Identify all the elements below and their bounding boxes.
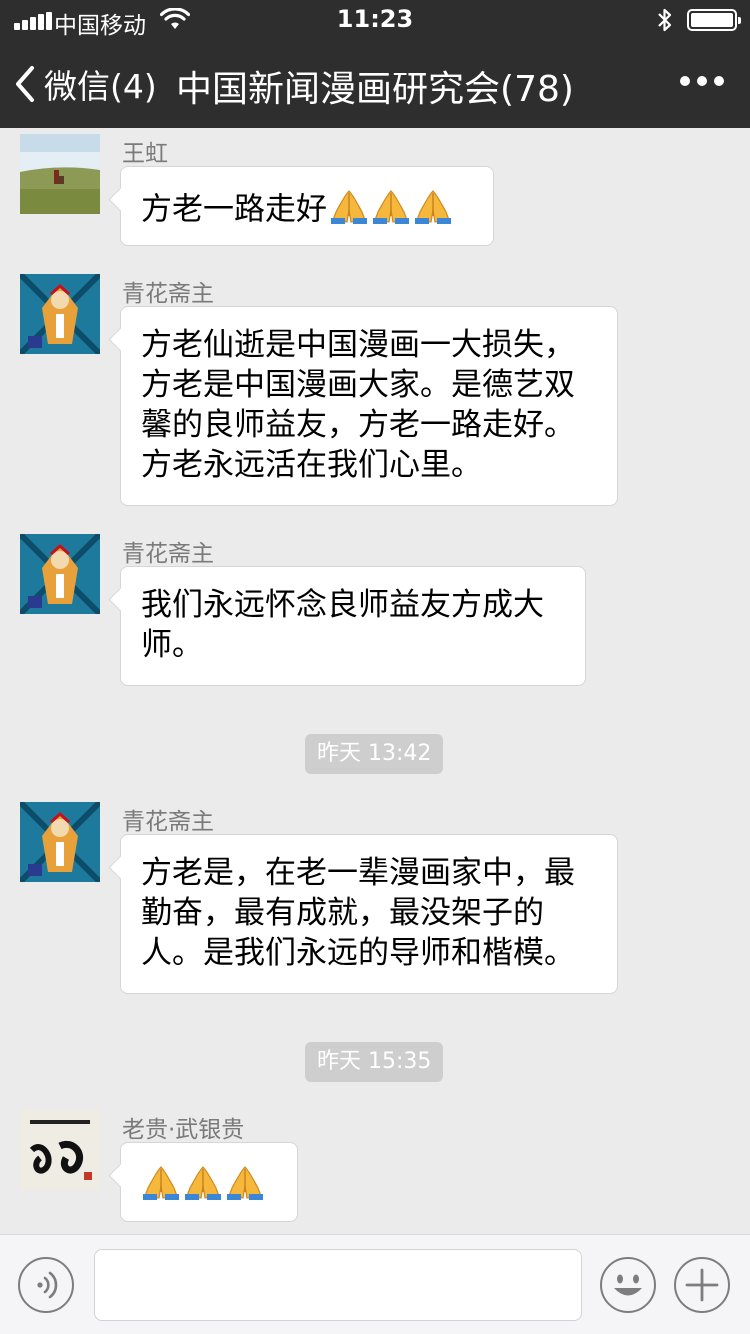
battery-icon <box>687 9 741 31</box>
monkey-king-avatar-image <box>20 274 100 354</box>
timestamp: 昨天 15:35 <box>305 1042 444 1082</box>
monkey-king-avatar-image <box>20 534 100 614</box>
monkey-king-avatar-image <box>20 802 100 882</box>
pray-hands-icon <box>141 1162 181 1212</box>
message-text: 方老是，在老一辈漫画家中，最勤奋，最有成就，最没架子的人。是我们永远的导师和楷模… <box>141 855 575 971</box>
voice-icon <box>37 1271 58 1299</box>
avatar[interactable] <box>20 134 100 214</box>
timestamp: 昨天 13:42 <box>305 734 444 774</box>
sender-name: 老贵·武银贵 <box>122 1117 245 1143</box>
top-bar: 中国移动 11:23 微信(4) 中国新闻漫画研究会(78) <box>0 0 750 128</box>
sender-name: 青花斋主 <box>122 809 214 835</box>
input-bar <box>0 1234 750 1334</box>
status-bar: 中国移动 11:23 <box>0 0 750 40</box>
more-dots-icon[interactable] <box>680 76 724 86</box>
chat-title: 中国新闻漫画研究会(78) <box>176 69 574 110</box>
chat-area[interactable]: 王虹 方老一路走好 青花斋主 方老仙逝是中国漫画一大损失，方老是中国漫画大家。是… <box>0 128 750 1234</box>
sender-name: 王虹 <box>122 141 168 167</box>
sender-name: 青花斋主 <box>122 281 214 307</box>
pray-hands-icon <box>413 186 453 236</box>
message-bubble[interactable]: 方老是，在老一辈漫画家中，最勤奋，最有成就，最没架子的人。是我们永远的导师和楷模… <box>120 834 618 994</box>
pray-hands-icon <box>371 186 411 236</box>
message-text: 方老一路走好 <box>141 191 327 228</box>
message-bubble[interactable]: 方老一路走好 <box>120 166 494 246</box>
message-text: 方老仙逝是中国漫画一大损失，方老是中国漫画大家。是德艺双馨的良师益友，方老一路走… <box>141 327 575 483</box>
emoji-button[interactable] <box>600 1257 656 1313</box>
navigation-bar: 微信(4) 中国新闻漫画研究会(78) <box>0 40 750 128</box>
avatar[interactable] <box>20 802 100 882</box>
pray-hands-icon <box>183 1162 223 1212</box>
message-text: 我们永远怀念良师益友方成大师。 <box>141 587 544 663</box>
message-bubble[interactable] <box>120 1142 298 1222</box>
bluetooth-icon <box>658 8 672 32</box>
pray-hands-icon <box>225 1162 265 1212</box>
avatar[interactable] <box>20 1110 100 1190</box>
ink-painting-avatar-image <box>20 1110 100 1190</box>
landscape-avatar-image <box>20 134 100 214</box>
avatar[interactable] <box>20 534 100 614</box>
pray-hands-icon <box>329 186 369 236</box>
plus-button[interactable] <box>674 1257 730 1313</box>
message-bubble[interactable]: 方老仙逝是中国漫画一大损失，方老是中国漫画大家。是德艺双馨的良师益友，方老一路走… <box>120 306 618 506</box>
clock: 11:23 <box>336 5 414 33</box>
message-input[interactable] <box>94 1249 582 1321</box>
smiley-icon <box>614 1274 642 1296</box>
message-bubble[interactable]: 我们永远怀念良师益友方成大师。 <box>120 566 586 686</box>
voice-button[interactable] <box>18 1257 74 1313</box>
avatar[interactable] <box>20 274 100 354</box>
sender-name: 青花斋主 <box>122 541 214 567</box>
plus-icon <box>685 1268 719 1302</box>
